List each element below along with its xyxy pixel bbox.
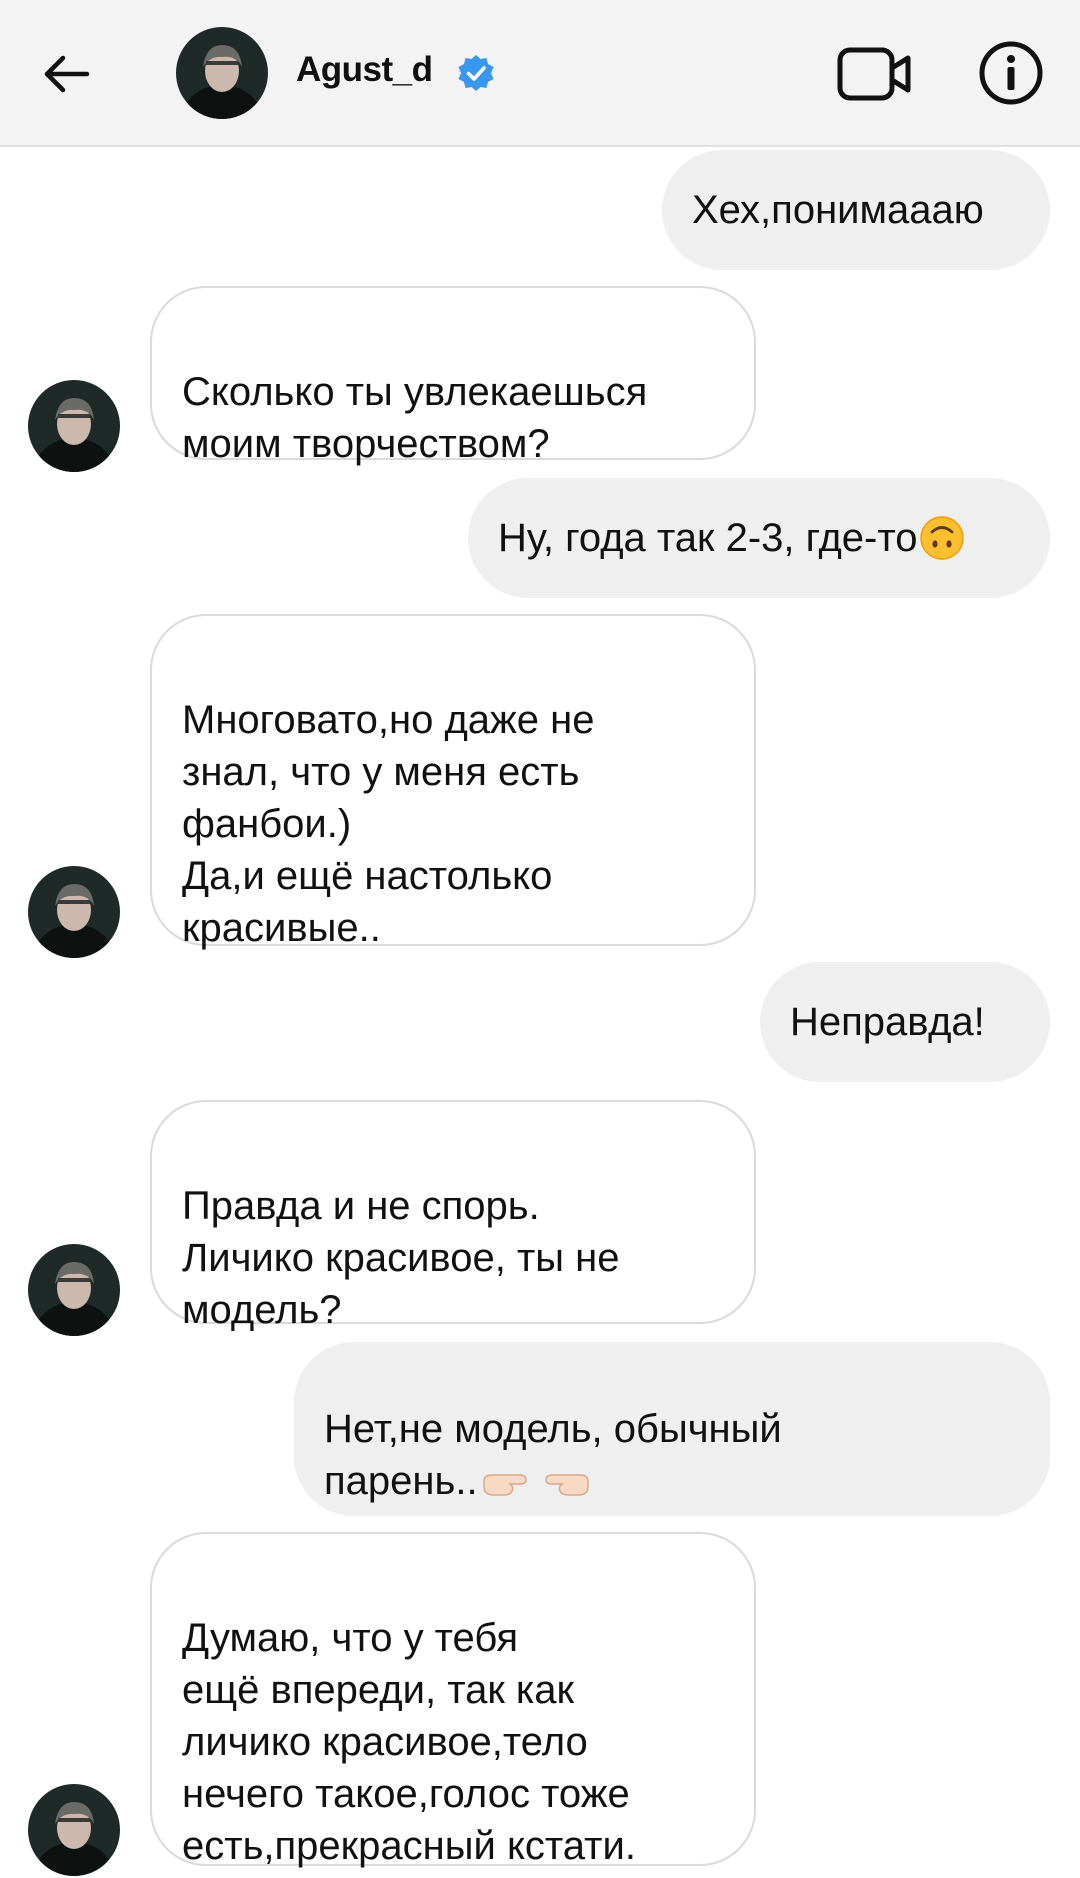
header-avatar[interactable] xyxy=(176,27,268,119)
video-call-button[interactable] xyxy=(836,44,916,104)
incoming-message[interactable]: Правда и не спорь. Личико красивое, ты н… xyxy=(150,1100,756,1332)
outgoing-message[interactable]: Хех,понимаааю xyxy=(662,150,1050,270)
verified-badge-icon xyxy=(458,55,494,91)
outgoing-message[interactable]: Нет,не модель, обычный парень.. xyxy=(294,1342,1050,1516)
outgoing-message[interactable]: Неправда! xyxy=(760,962,1050,1082)
sender-avatar[interactable] xyxy=(28,866,120,958)
sender-avatar[interactable] xyxy=(28,1784,120,1876)
message-text: Многовато,но даже не знал, что у меня ес… xyxy=(182,698,595,950)
contact-username[interactable]: Agust_d xyxy=(296,50,433,90)
message-text: Думаю, что у тебя ещё впереди, так как л… xyxy=(182,1616,636,1868)
message-text: Хех,понимаааю xyxy=(692,188,984,232)
pointing-hands-emoji-icon xyxy=(482,1474,589,1497)
outgoing-message[interactable]: Ну, года так 2-3, где-то xyxy=(468,478,1050,598)
sender-avatar[interactable] xyxy=(28,1244,120,1336)
incoming-message[interactable]: Многовато,но даже не знал, что у меня ес… xyxy=(150,614,756,950)
incoming-message[interactable]: Сколько ты увлекаешься моим творчеством? xyxy=(150,286,756,466)
chat-screen: Agust_d Хех,понимаааю Сколько ты увлекае… xyxy=(0,0,1080,1878)
back-button[interactable] xyxy=(34,42,98,106)
message-text: Ну, года так 2-3, где-то xyxy=(498,516,918,560)
arrow-left-icon xyxy=(44,55,90,93)
message-text: Неправда! xyxy=(790,1000,985,1044)
sender-avatar[interactable] xyxy=(28,380,120,472)
upside-down-face-emoji-icon xyxy=(920,516,965,560)
chat-header: Agust_d xyxy=(0,0,1080,147)
info-icon xyxy=(979,41,1043,105)
message-text: Сколько ты увлекаешься моим творчеством? xyxy=(182,370,648,466)
incoming-message[interactable]: Думаю, что у тебя ещё впереди, так как л… xyxy=(150,1532,756,1868)
video-call-icon xyxy=(837,47,911,101)
info-button[interactable] xyxy=(978,40,1044,106)
message-text: Правда и не спорь. Личико красивое, ты н… xyxy=(182,1184,620,1332)
message-content: Нет,не модель, обычный парень.. xyxy=(324,1351,782,1507)
